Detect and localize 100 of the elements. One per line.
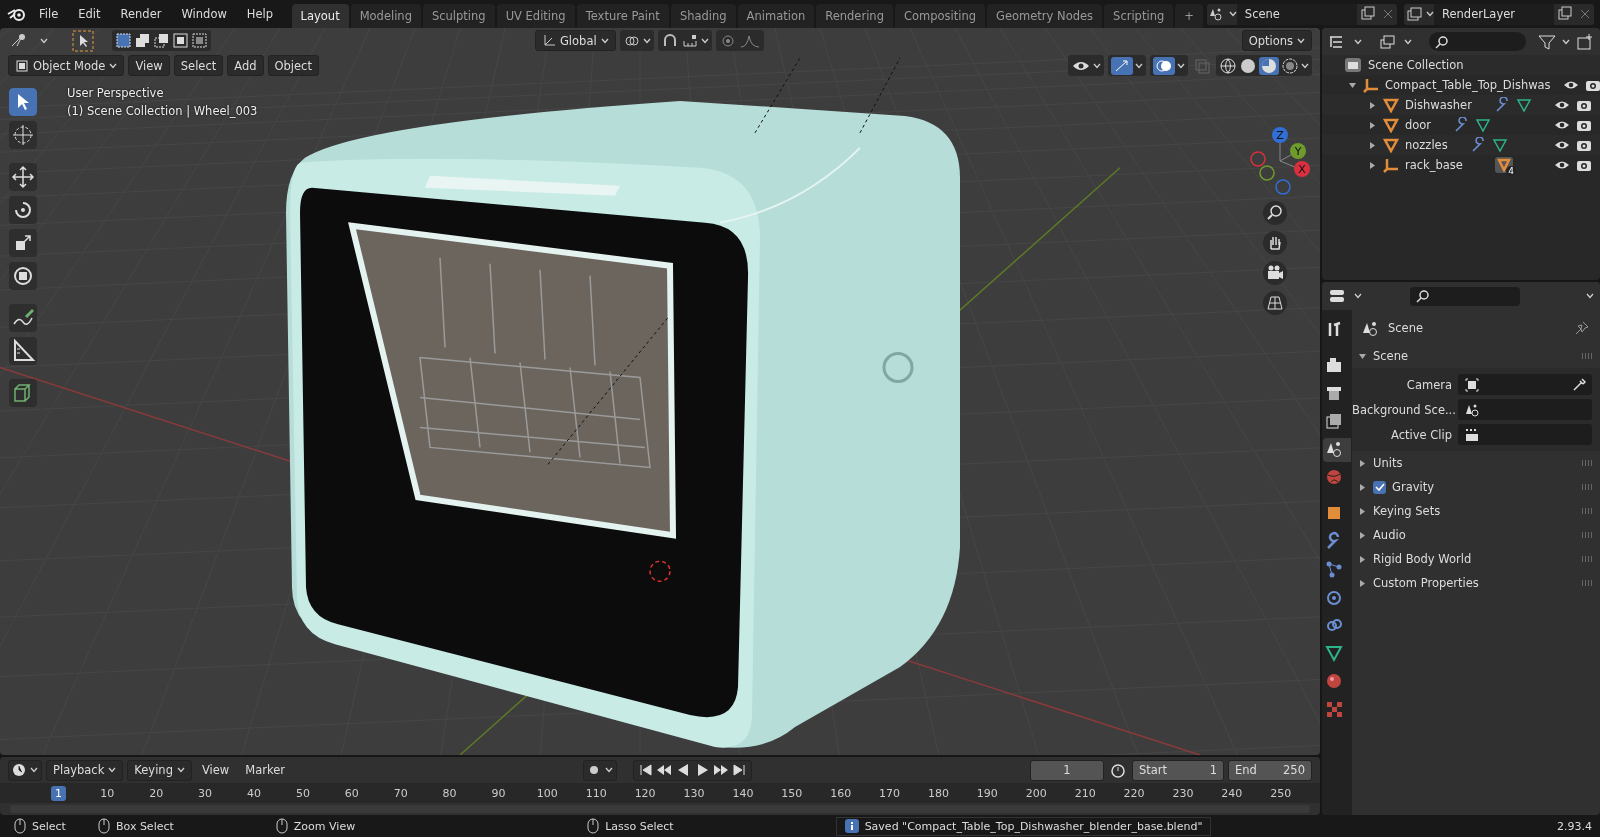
menu-item[interactable]: Help <box>237 5 283 23</box>
workspace-tab[interactable]: Modeling <box>350 3 421 28</box>
search-field[interactable] <box>1428 32 1526 51</box>
gizmo-toggle-icon[interactable] <box>1111 56 1133 75</box>
collapsed-triangle-icon[interactable] <box>1358 458 1367 468</box>
collapsed-triangle-icon[interactable] <box>1368 140 1377 150</box>
timeline-menu[interactable]: Playback <box>46 759 124 781</box>
eyedropper-icon[interactable] <box>1572 377 1586 392</box>
viewport-menu[interactable]: Object <box>267 55 319 76</box>
render-layer-field[interactable]: RenderLayer <box>1434 3 1554 25</box>
filter-icon[interactable] <box>1538 33 1556 50</box>
viewport-menu[interactable]: View <box>128 55 170 76</box>
workspace-tab[interactable]: Animation <box>737 3 815 28</box>
collapsed-triangle-icon[interactable] <box>1368 120 1377 130</box>
mesh-data-icon[interactable] <box>1491 137 1508 153</box>
new-collection-icon[interactable] <box>1576 32 1594 51</box>
material-preview-shading-icon[interactable] <box>1259 56 1279 75</box>
workspace-tab[interactable]: Rendering <box>816 3 893 28</box>
options-dropdown[interactable]: Options <box>1241 30 1312 51</box>
children-count-badge[interactable]: 4 <box>1494 157 1513 173</box>
transform-tool-icon[interactable] <box>9 262 37 290</box>
orientation-dropdown[interactable]: Global <box>534 30 616 51</box>
panel-header[interactable]: Keying Sets <box>1373 504 1441 518</box>
jump-keyframe-forward-icon[interactable] <box>712 762 730 778</box>
camera-render-icon[interactable] <box>1576 138 1592 152</box>
overlays-toggle-icon[interactable] <box>1153 56 1175 75</box>
mesh-data-icon[interactable] <box>1475 117 1492 133</box>
invert-selection-icon[interactable] <box>172 32 189 49</box>
3d-cursor-icon[interactable] <box>649 560 671 582</box>
extend-selection-icon[interactable] <box>134 32 151 49</box>
select-tool-icon[interactable] <box>72 29 94 52</box>
intersect-selection-icon[interactable] <box>191 32 208 49</box>
editor-type-dropdown[interactable] <box>8 759 42 781</box>
cursor-tool-icon[interactable] <box>9 121 37 149</box>
camera-render-icon[interactable] <box>1576 118 1592 132</box>
panel-header[interactable]: Rigid Body World <box>1373 552 1472 566</box>
keyframe-button[interactable] <box>583 759 617 781</box>
menu-item[interactable]: Window <box>172 5 236 23</box>
perspective-grid-icon[interactable] <box>1263 291 1287 315</box>
camera-render-icon[interactable] <box>1576 158 1592 172</box>
timeline-menu[interactable]: Marker <box>239 763 291 777</box>
start-frame-field[interactable]: Start 1 <box>1132 759 1224 781</box>
camera-icon[interactable] <box>1263 261 1287 285</box>
add-workspace-button[interactable]: + <box>1175 3 1203 28</box>
menu-item[interactable]: Edit <box>69 5 110 23</box>
panel-header[interactable]: Audio <box>1373 528 1406 542</box>
rendered-shading-icon[interactable] <box>1281 56 1299 75</box>
snap-increment-icon[interactable] <box>680 32 699 49</box>
outliner-item[interactable]: Dishwasher <box>1405 98 1472 112</box>
camera-render-icon[interactable] <box>1576 98 1592 112</box>
search-field[interactable] <box>1410 286 1520 306</box>
timeline-menu[interactable]: Keying <box>127 759 192 781</box>
scale-tool-icon[interactable] <box>9 229 37 257</box>
property-field[interactable] <box>1458 424 1592 445</box>
annotate-tool-icon[interactable] <box>9 304 37 332</box>
workspace-tab[interactable]: Texture Paint <box>576 3 669 28</box>
workspace-tab[interactable]: Geometry Nodes <box>987 3 1103 28</box>
viewport-menu[interactable]: Add <box>227 55 264 76</box>
collapsed-triangle-icon[interactable] <box>1358 482 1367 492</box>
workspace-tab[interactable]: Layout <box>291 3 349 28</box>
solid-shading-icon[interactable] <box>1239 56 1257 75</box>
menu-item[interactable]: Render <box>111 5 171 23</box>
checkbox[interactable] <box>1373 480 1386 494</box>
workspace-tab[interactable]: Sculpting <box>422 3 495 28</box>
property-field[interactable] <box>1458 399 1592 420</box>
menu-item[interactable]: File <box>30 5 68 23</box>
current-frame-marker[interactable]: 1 <box>50 785 66 801</box>
collapsed-triangle-icon[interactable] <box>1368 160 1377 170</box>
current-frame-field[interactable]: 1 <box>1030 759 1104 781</box>
expanded-triangle-icon[interactable] <box>1348 80 1357 90</box>
stopwatch-icon[interactable] <box>1108 762 1128 778</box>
panel-header[interactable]: Gravity <box>1392 480 1434 494</box>
new-selection-icon[interactable] <box>115 32 132 49</box>
outliner-item[interactable]: rack_base <box>1405 158 1463 172</box>
filter-layers-icon[interactable] <box>1377 33 1398 50</box>
xray-toggle-icon[interactable] <box>1192 56 1212 75</box>
subtract-selection-icon[interactable] <box>153 32 170 49</box>
collapsed-triangle-icon[interactable] <box>1368 100 1377 110</box>
pin-icon[interactable] <box>1574 320 1590 336</box>
select-box-tool-icon[interactable] <box>9 88 37 116</box>
wrench-icon[interactable] <box>1453 117 1470 133</box>
zoom-icon[interactable] <box>1263 201 1287 225</box>
outliner-item[interactable]: door <box>1405 118 1432 132</box>
mesh-data-icon[interactable] <box>1515 97 1532 113</box>
panel-header[interactable]: Units <box>1373 456 1403 470</box>
workspace-tab[interactable]: Compositing <box>894 3 986 28</box>
scene-tab-icon[interactable] <box>1323 438 1351 462</box>
property-field[interactable] <box>1458 374 1592 395</box>
viewport-menu[interactable]: Select <box>173 55 224 76</box>
camera-render-icon[interactable] <box>1584 78 1600 92</box>
outliner-item[interactable]: Compact_Table_Top_Dishwas <box>1385 78 1551 92</box>
hand-pan-icon[interactable] <box>1263 231 1287 255</box>
scene-field[interactable]: Scene <box>1236 3 1357 25</box>
collapsed-triangle-icon[interactable] <box>1358 554 1367 564</box>
outliner-item[interactable]: nozzles <box>1405 138 1448 152</box>
add-cube-tool-icon[interactable] <box>9 379 37 407</box>
panel-header[interactable]: Custom Properties <box>1373 576 1479 590</box>
expanded-triangle-icon[interactable] <box>1358 351 1367 361</box>
wireframe-shading-icon[interactable] <box>1219 56 1237 75</box>
mode-dropdown[interactable]: Object Mode <box>8 55 125 76</box>
